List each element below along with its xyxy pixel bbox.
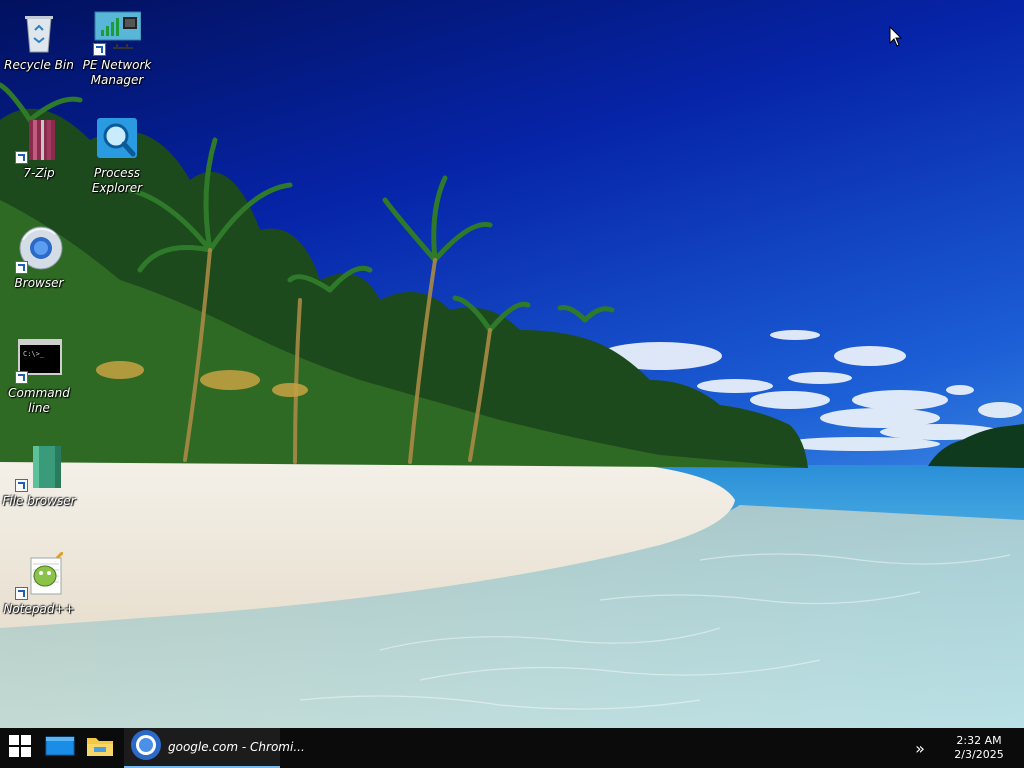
system-tray: » 2:32 AM 2/3/2025 [906,728,1024,768]
shortcut-arrow-icon [15,371,28,384]
shortcut-arrow-icon [15,479,28,492]
start-button[interactable] [0,728,40,768]
desktop-icon-label: Browser [14,276,64,290]
desktop-icon-command-line[interactable]: C:\>_ Command line [0,336,79,416]
file-explorer-icon [86,734,114,762]
show-hidden-icons-button[interactable]: » [906,728,934,768]
process-explorer-icon [93,116,141,164]
taskbar-window-title: google.com - Chromi... [168,740,305,754]
shortcut-arrow-icon [15,587,28,600]
shortcut-arrow-icon [15,151,28,164]
svg-text:C:\>_: C:\>_ [23,350,45,358]
notepadpp-icon [15,548,67,600]
desktop-icon-7zip[interactable]: 7-Zip [0,116,79,181]
desktop-icon-file-browser[interactable]: File browser [0,444,79,509]
taskbar-window-chromium[interactable]: google.com - Chromi... [124,728,305,768]
network-manager-icon [93,8,142,56]
show-desktop-button[interactable] [40,728,80,768]
shortcut-arrow-icon [93,43,106,56]
file-explorer-button[interactable] [80,728,120,768]
desktop-icon-notepadpp[interactable]: Notepad++ [0,548,79,617]
desktop-icon-label: Process Explorer [91,166,143,195]
desktop-icon-browser[interactable]: Browser [0,226,79,291]
browser-icon [15,226,63,274]
shortcut-arrow-icon [15,261,28,274]
command-line-icon: C:\>_ [15,336,63,384]
chromium-icon [130,729,162,765]
desktop-icon-label: PE Network Manager [82,58,152,87]
desktop-icon-label: 7-Zip [23,166,55,180]
desktop-icon-label: Command line [8,386,70,415]
recycle-bin-icon [15,8,63,56]
desktop-icon-label: File browser [2,494,76,508]
chevron-right-icon: » [915,738,925,758]
windows-start-icon [8,734,32,762]
desktop-wallpaper [0,0,1024,728]
desktop-icon-pe-network-manager[interactable]: PE Network Manager [77,8,157,88]
mouse-cursor-icon [889,25,903,52]
clock[interactable]: 2:32 AM 2/3/2025 [934,734,1024,762]
desktop-icon-label: Notepad++ [3,602,75,616]
clock-date: 2/3/2025 [954,748,1004,761]
7zip-icon [15,116,63,164]
desktop-icon [45,735,75,761]
desktop-icon-process-explorer[interactable]: Process Explorer [77,116,157,196]
taskbar: google.com - Chromi... » 2:32 AM 2/3/202… [0,728,1024,768]
desktop-icon-label: Recycle Bin [4,58,74,72]
desktop-icon-recycle-bin[interactable]: Recycle Bin [0,8,79,73]
file-browser-icon [15,444,63,492]
clock-time: 2:32 AM [956,734,1002,747]
